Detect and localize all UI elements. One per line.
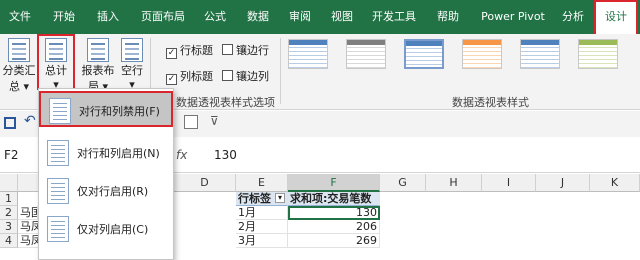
subtotals-button[interactable]: 分类汇 总 ▾ xyxy=(2,38,36,94)
pivot-value-cell-active[interactable]: 130 xyxy=(288,206,380,220)
pivot-value-header[interactable]: 求和项:交易笔数 xyxy=(288,192,380,206)
column-header-h[interactable]: H xyxy=(426,174,482,192)
cell-a2[interactable]: 马国 xyxy=(18,206,38,220)
pivot-style-thumb-selected[interactable] xyxy=(404,39,444,69)
customize-qat-icon[interactable]: ⊽ xyxy=(210,114,219,128)
pivot-value-cell[interactable]: 206 xyxy=(288,220,380,234)
filter-dropdown-icon[interactable]: ▾ xyxy=(275,193,285,203)
blank-rows-icon xyxy=(121,38,143,62)
save-icon[interactable] xyxy=(4,117,16,129)
ribbon-tab-bar: 文件 开始 插入 页面布局 公式 数据 审阅 视图 开发工具 帮助 Power … xyxy=(0,0,640,34)
pivot-row-label[interactable]: 3月 xyxy=(236,234,288,248)
grand-totals-columns-icon xyxy=(47,216,69,242)
menu-item-columns-only[interactable]: 仅对列启用(C) xyxy=(39,211,173,247)
name-box[interactable]: F2 xyxy=(0,143,40,167)
banded-columns-label: 镶边列 xyxy=(236,70,269,83)
tab-review[interactable]: 审阅 xyxy=(282,0,318,34)
blank-rows-button[interactable]: 空行 ▾ xyxy=(118,38,146,91)
tab-data[interactable]: 数据 xyxy=(238,0,278,34)
pivot-row-labels-header[interactable]: 行标签 ▾ xyxy=(236,192,288,206)
row-headers-checkbox[interactable]: ✓ 行标题 xyxy=(166,42,213,59)
subtotals-label-line1: 分类汇 xyxy=(2,64,36,77)
tab-file[interactable]: 文件 xyxy=(0,0,40,34)
menu-item-label: 对行和列启用(N) xyxy=(77,147,160,160)
banded-rows-checkbox[interactable]: 镶边行 xyxy=(222,42,269,58)
pivot-style-thumb[interactable] xyxy=(520,39,560,69)
formula-input[interactable]: 130 xyxy=(214,143,237,167)
tab-power-pivot[interactable]: Power Pivot xyxy=(474,0,552,34)
column-header-d[interactable]: D xyxy=(174,174,236,192)
column-headers-label: 列标题 xyxy=(180,70,213,83)
tab-formulas[interactable]: 公式 xyxy=(198,0,232,34)
subtotals-label-line2: 总 ▾ xyxy=(8,80,30,93)
banded-rows-label: 镶边行 xyxy=(236,44,269,57)
column-header-f[interactable]: F xyxy=(288,174,380,192)
pivot-row-label[interactable]: 2月 xyxy=(236,220,288,234)
banded-columns-check-icon xyxy=(222,70,233,81)
report-layout-label-line1: 报表布 xyxy=(81,64,115,77)
pivot-style-thumb[interactable] xyxy=(462,39,502,69)
format-icon[interactable] xyxy=(184,115,198,129)
pivot-style-thumb[interactable] xyxy=(346,39,386,69)
grand-totals-highlight xyxy=(37,34,75,90)
banded-rows-check-icon xyxy=(222,44,233,55)
column-header-k[interactable]: K xyxy=(590,174,640,192)
select-all-corner[interactable] xyxy=(0,174,18,192)
menu-item-label: 仅对行启用(R) xyxy=(77,185,149,198)
pivot-style-thumb[interactable] xyxy=(578,39,618,69)
column-headers-check-icon: ✓ xyxy=(166,74,177,85)
grand-totals-on-icon xyxy=(47,140,69,166)
banded-columns-checkbox[interactable]: 镶边列 xyxy=(222,68,269,84)
pivot-row-labels-text: 行标签 xyxy=(238,192,271,205)
pivot-style-thumb[interactable] xyxy=(288,39,328,69)
row-header-4[interactable]: 4 xyxy=(0,234,18,248)
column-header-i[interactable]: I xyxy=(482,174,536,192)
grand-totals-menu: 对行和列禁用(F) 对行和列启用(N) 仅对行启用(R) 仅对列启用(C) xyxy=(38,88,174,260)
tab-home[interactable]: 开始 xyxy=(44,0,84,34)
pivot-value-cell[interactable]: 269 xyxy=(288,234,380,248)
column-header-g[interactable]: G xyxy=(380,174,426,192)
menu-item-rows-only[interactable]: 仅对行启用(R) xyxy=(39,173,173,209)
column-header-e[interactable]: E xyxy=(236,174,288,192)
menu-item-label: 仅对列启用(C) xyxy=(77,223,149,236)
insert-function-icon[interactable]: fx xyxy=(176,143,196,167)
row-header-3[interactable]: 3 xyxy=(0,220,18,234)
pivot-row-label[interactable]: 1月 xyxy=(236,206,288,220)
row-header-2[interactable]: 2 xyxy=(0,206,18,220)
tab-design[interactable]: 设计 xyxy=(594,0,638,34)
tab-help[interactable]: 帮助 xyxy=(430,0,466,34)
report-layout-icon xyxy=(87,38,109,62)
grand-totals-off-icon xyxy=(49,98,71,124)
report-layout-button[interactable]: 报表布 局 ▾ xyxy=(80,38,116,94)
tab-view[interactable]: 视图 xyxy=(324,0,360,34)
styles-group-label: 数据透视表样式 xyxy=(452,96,529,109)
tab-insert[interactable]: 插入 xyxy=(88,0,128,34)
blank-rows-label-line1: 空行 xyxy=(121,64,143,77)
row-headers-label: 行标题 xyxy=(180,44,213,57)
grand-totals-rows-icon xyxy=(47,178,69,204)
menu-item-label: 对行和列禁用(F) xyxy=(79,105,160,118)
menu-item-on-rows-columns[interactable]: 对行和列启用(N) xyxy=(39,135,173,171)
row-header-1[interactable]: 1 xyxy=(0,192,18,206)
row-headers-check-icon: ✓ xyxy=(166,48,177,59)
tab-developer[interactable]: 开发工具 xyxy=(364,0,424,34)
menu-item-off-rows-columns[interactable]: 对行和列禁用(F) xyxy=(39,91,173,127)
subtotals-icon xyxy=(8,38,30,62)
tab-analyze[interactable]: 分析 xyxy=(556,0,590,34)
ribbon-separator xyxy=(280,38,281,104)
column-header-j[interactable]: J xyxy=(536,174,590,192)
style-options-group-label: 数据透视表样式选项 xyxy=(176,96,275,109)
tab-page-layout[interactable]: 页面布局 xyxy=(132,0,194,34)
undo-icon[interactable]: ↶ xyxy=(24,113,36,129)
column-headers-checkbox[interactable]: ✓ 列标题 xyxy=(166,68,213,85)
